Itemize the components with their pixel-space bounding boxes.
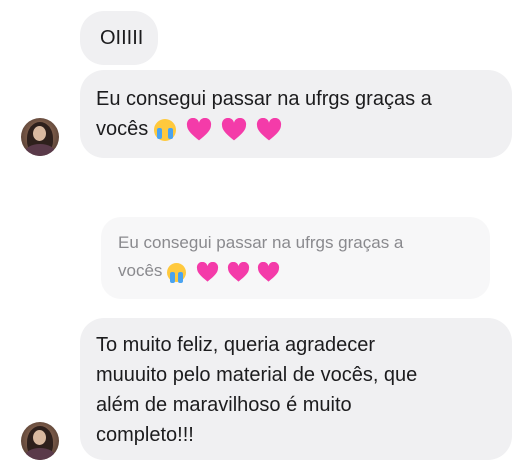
quote-text: vocês: [118, 261, 163, 280]
message-text-line: muuuito pelo material de vocês, que: [96, 364, 418, 386]
quote-text-line: Eu consegui passar na ufrgs graças a: [118, 233, 404, 252]
pink-heart-icon: [221, 118, 247, 141]
message-text-line: além de maravilhoso é muito: [96, 394, 352, 416]
avatar[interactable]: [21, 422, 59, 460]
message-text-line: completo!!!: [96, 424, 194, 446]
crying-face-icon: [167, 262, 187, 283]
pink-heart-icon: [256, 118, 281, 141]
message-text-line: vocês: [96, 114, 496, 145]
message-bubble[interactable]: To muito feliz, queria agradecer muuuito…: [80, 318, 512, 460]
chat-thread: OIIIII Eu consegui passar na ufrgs graça…: [0, 0, 525, 476]
emoji-group: [153, 115, 282, 145]
reply-quote[interactable]: Eu consegui passar na ufrgs graças a voc…: [101, 217, 490, 299]
avatar[interactable]: [21, 118, 59, 156]
message-bubble[interactable]: Eu consegui passar na ufrgs graças a voc…: [80, 70, 512, 158]
crying-face-icon: [153, 119, 176, 142]
message-text: OIIIII: [100, 27, 144, 49]
emoji-group: [167, 258, 280, 286]
message-text-line: To muito feliz, queria agradecer: [96, 334, 376, 356]
pink-heart-icon: [187, 118, 212, 141]
quote-text-line: vocês: [118, 257, 474, 286]
pink-heart-icon: [227, 261, 249, 282]
message-text-line: Eu consegui passar na ufrgs graças a: [96, 88, 432, 110]
message-text: vocês: [96, 118, 149, 140]
pink-heart-icon: [196, 261, 218, 282]
pink-heart-icon: [258, 261, 280, 282]
message-bubble[interactable]: OIIIII: [80, 11, 158, 65]
